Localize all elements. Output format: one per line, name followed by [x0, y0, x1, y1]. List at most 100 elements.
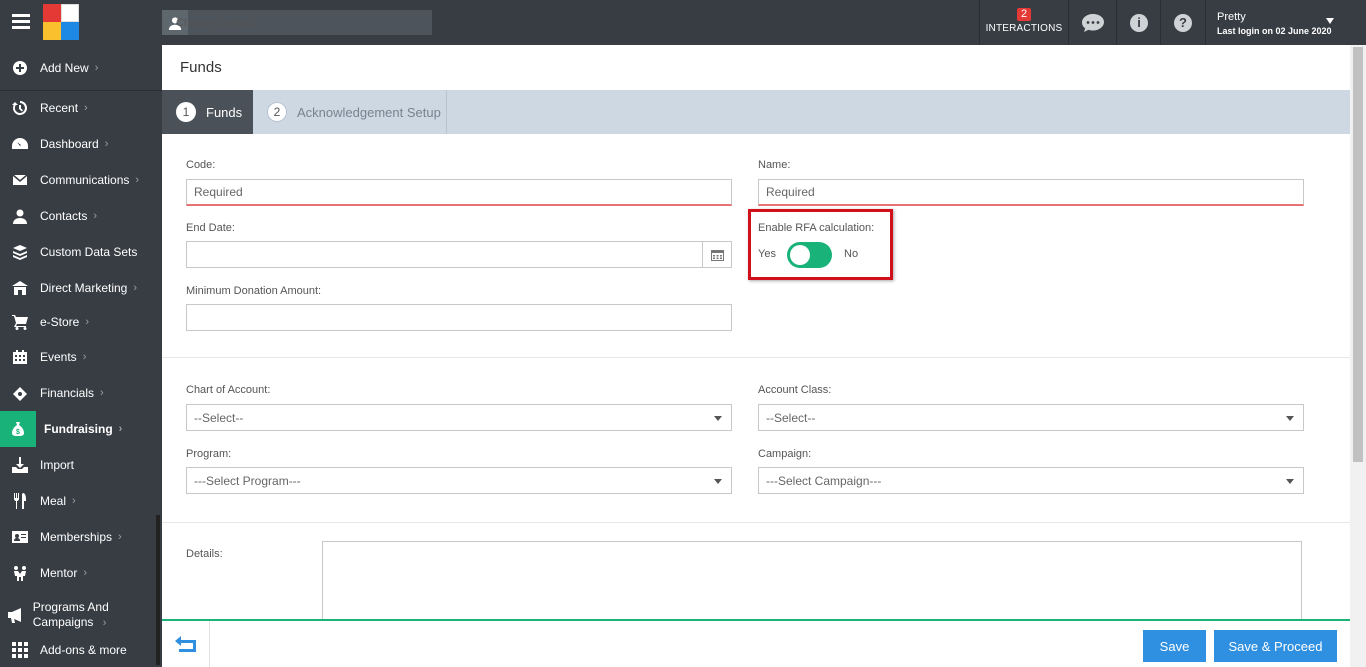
sidebar-item-import[interactable]: Import — [0, 447, 158, 483]
sidebar-item-mentor[interactable]: Mentor › — [0, 555, 158, 591]
top-bar: Choose Contact 2 INTERACTIONS i ? Pretty… — [0, 0, 1366, 45]
last-login: Last login on 02 June 2020 — [1217, 26, 1332, 36]
interactions-count-badge: 2 — [1016, 8, 1032, 21]
sidebar-item-fundraising[interactable]: $ Fundraising › — [0, 411, 158, 447]
sidebar: Add New › Recent › Dashboard › Communicatio… — [0, 45, 162, 667]
user-icon — [0, 208, 40, 224]
chart-of-account-select[interactable]: --Select-- — [186, 404, 732, 431]
min-donation-label: Minimum Donation Amount: — [186, 285, 322, 297]
campaign-label: Campaign: — [758, 448, 812, 460]
chevron-down-icon — [1286, 416, 1294, 421]
interactions-button[interactable]: 2 INTERACTIONS — [980, 0, 1068, 45]
page-title: Funds — [180, 59, 222, 76]
account-class-select[interactable]: --Select-- — [758, 404, 1304, 431]
history-icon — [0, 100, 40, 116]
end-date-label: End Date: — [186, 222, 235, 234]
sidebar-item-financials[interactable]: Financials › — [0, 375, 158, 411]
menu-icon[interactable] — [12, 14, 30, 30]
sidebar-item-direct-marketing[interactable]: Direct Marketing › — [0, 270, 158, 306]
chat-icon[interactable] — [1071, 0, 1115, 45]
sidebar-item-label: Direct Marketing — [40, 281, 128, 295]
cart-icon — [0, 314, 40, 330]
sidebar-item-label: Import — [40, 458, 75, 472]
name-label: Name: — [758, 159, 791, 171]
sidebar-item-meal[interactable]: Meal › — [0, 483, 158, 519]
min-donation-field[interactable] — [186, 304, 732, 331]
tab-acknowledgement-setup[interactable]: 2 Acknowledgement Setup — [253, 90, 447, 134]
utensils-icon — [0, 493, 40, 509]
sidebar-item-label: Custom Data Sets — [40, 245, 138, 259]
mentor-icon — [0, 565, 40, 581]
grid-icon — [0, 642, 40, 658]
program-label: Program: — [186, 448, 232, 460]
code-placeholder: Required — [194, 185, 243, 199]
chevron-down-icon — [714, 479, 722, 484]
app-logo[interactable] — [43, 4, 79, 41]
megaphone-icon — [0, 607, 33, 623]
info-icon[interactable]: i — [1117, 0, 1161, 45]
step-number: 1 — [176, 102, 196, 122]
calendar-icon[interactable] — [702, 242, 731, 267]
end-date-field[interactable] — [186, 241, 732, 268]
footer-bar: Save Save & Proceed — [162, 619, 1350, 667]
sidebar-item-label: Add-ons & more — [40, 643, 127, 657]
chart-of-account-value: --Select-- — [194, 410, 244, 425]
sidebar-item-add-new[interactable]: Add New › — [0, 50, 158, 86]
campaign-select[interactable]: ---Select Campaign--- — [758, 467, 1304, 494]
chevron-down-icon[interactable] — [1326, 18, 1334, 24]
step-label: Funds — [206, 104, 243, 120]
name-field[interactable]: Required — [758, 179, 1304, 206]
sidebar-item-e-store[interactable]: e-Store › — [0, 304, 158, 340]
sidebar-item-label: Add New — [40, 61, 89, 75]
sidebar-item-programs-and-campaigns[interactable]: Programs And Campaigns › — [0, 595, 158, 635]
program-select[interactable]: ---Select Program--- — [186, 467, 732, 494]
campaign-value: ---Select Campaign--- — [766, 473, 882, 488]
choose-contact-field[interactable]: Choose Contact — [162, 10, 432, 35]
svg-text:$: $ — [16, 429, 20, 436]
building-icon — [0, 280, 40, 296]
account-class-label: Account Class: — [758, 384, 832, 396]
database-icon — [0, 244, 40, 260]
chevron-down-icon — [1286, 479, 1294, 484]
wizard-steps: 1 Funds 2 Acknowledgement Setup — [162, 90, 1350, 134]
sidebar-item-custom-data-sets[interactable]: Custom Data Sets — [0, 234, 158, 270]
envelope-icon — [0, 172, 40, 188]
sidebar-item-label: Mentor — [40, 566, 78, 580]
user-name: Pretty — [1217, 11, 1246, 23]
sidebar-item-label: Communications — [40, 173, 130, 187]
back-button[interactable] — [162, 621, 210, 667]
user-menu[interactable]: Pretty Last login on 02 June 2020 — [1217, 11, 1332, 36]
plus-circle-icon — [0, 60, 40, 76]
import-icon — [0, 457, 40, 473]
money-icon — [0, 385, 40, 401]
sidebar-scrollbar[interactable] — [156, 515, 160, 665]
help-icon[interactable]: ? — [1161, 0, 1205, 45]
interactions-label: INTERACTIONS — [985, 23, 1063, 34]
sidebar-item-memberships[interactable]: Memberships › — [0, 519, 158, 555]
step-number: 2 — [267, 102, 287, 122]
code-field[interactable]: Required — [186, 179, 732, 206]
program-value: ---Select Program--- — [194, 473, 301, 488]
step-label: Acknowledgement Setup — [297, 104, 441, 120]
money-bag-icon: $ — [0, 411, 36, 447]
sidebar-item-communications[interactable]: Communications › — [0, 162, 158, 198]
sidebar-item-recent[interactable]: Recent › — [0, 90, 158, 126]
sidebar-item-contacts[interactable]: Contacts › — [0, 198, 158, 234]
calendar-icon — [0, 349, 40, 365]
save-proceed-button[interactable]: Save & Proceed — [1214, 630, 1337, 662]
page-scrollbar[interactable] — [1350, 45, 1366, 667]
sidebar-item-events[interactable]: Events › — [0, 339, 158, 375]
sidebar-item-dashboard[interactable]: Dashboard › — [0, 126, 158, 162]
save-button[interactable]: Save — [1143, 630, 1206, 662]
sidebar-item-label: e-Store — [40, 315, 80, 329]
sidebar-item-label: Programs And Campaigns › — [32, 599, 109, 629]
sidebar-item-label: Memberships — [40, 530, 113, 544]
back-arrow-icon — [174, 636, 196, 652]
account-class-value: --Select-- — [766, 410, 816, 425]
rfa-highlight-box — [748, 209, 893, 280]
name-placeholder: Required — [766, 185, 815, 199]
tab-funds[interactable]: 1 Funds — [162, 90, 253, 134]
dashboard-icon — [0, 136, 40, 152]
main-content: Funds 1 Funds 2 Acknowledgement Setup Co… — [162, 45, 1350, 667]
sidebar-item-add-ons[interactable]: Add-ons & more — [0, 632, 158, 667]
